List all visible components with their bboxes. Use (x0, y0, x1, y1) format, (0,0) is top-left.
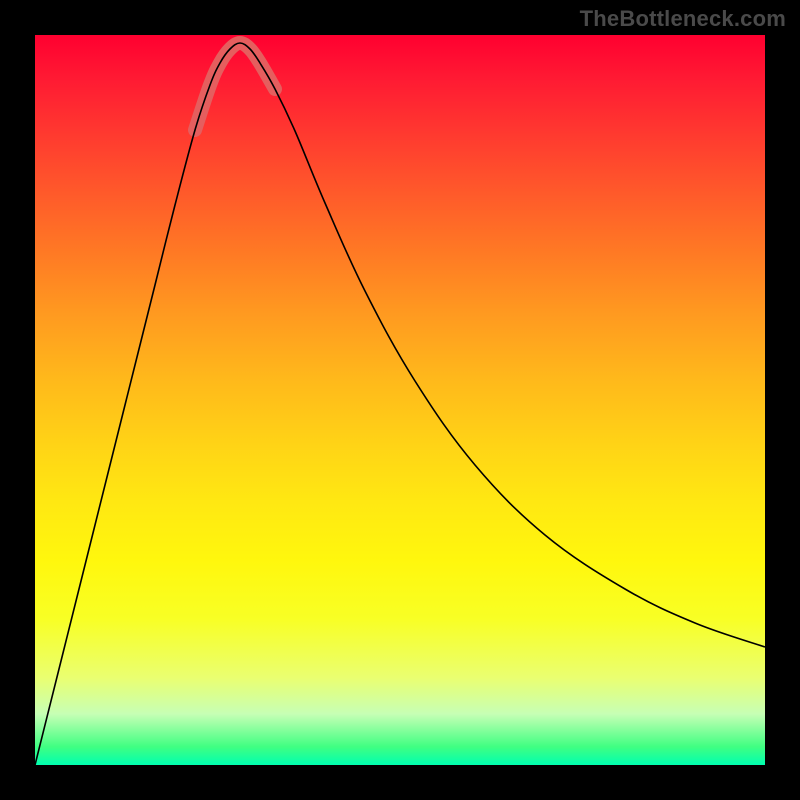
bottleneck-curve (35, 43, 765, 765)
watermark-label: TheBottleneck.com (580, 6, 786, 32)
optimal-region-highlight (195, 43, 275, 130)
chart-svg (35, 35, 765, 765)
chart-frame: TheBottleneck.com (0, 0, 800, 800)
